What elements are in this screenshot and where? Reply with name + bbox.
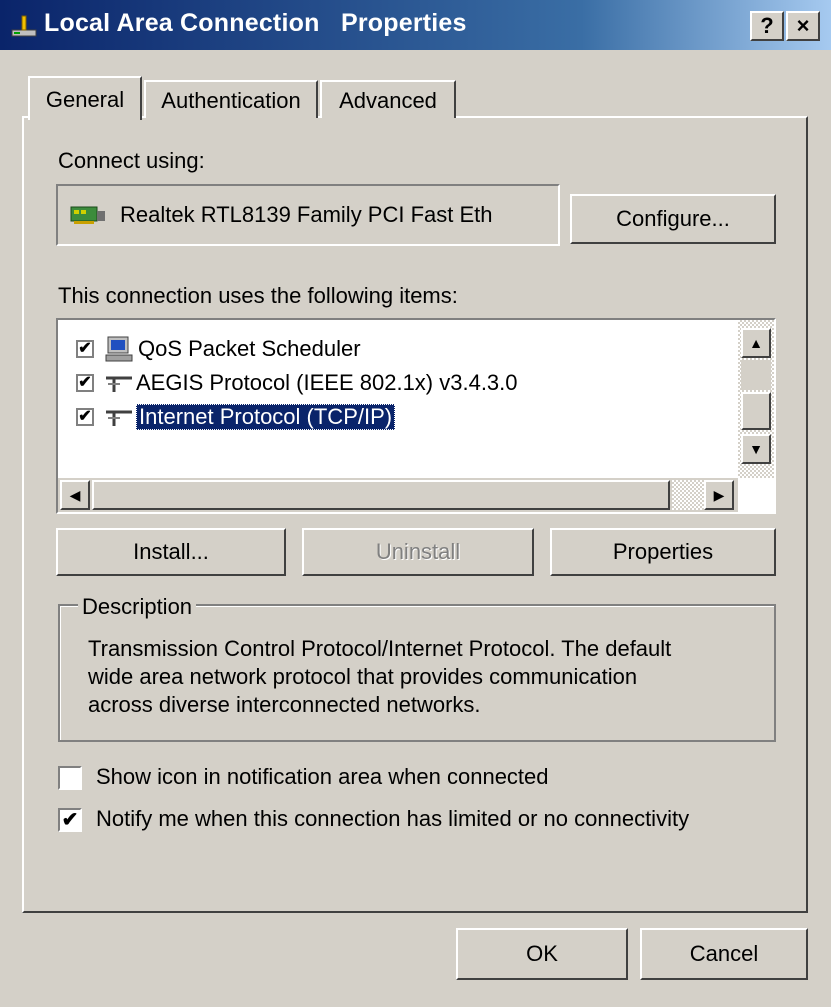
- tab-authentication[interactable]: Authentication: [144, 80, 318, 118]
- properties-button[interactable]: Properties: [550, 528, 776, 576]
- item-label: AEGIS Protocol (IEEE 802.1x) v3.4.3.0: [136, 370, 518, 395]
- checkbox-qos[interactable]: ✔: [76, 340, 94, 358]
- show-icon-checkbox[interactable]: [58, 766, 82, 790]
- description-line-2: wide area network protocol that provides…: [88, 664, 638, 689]
- help-button[interactable]: ?: [750, 11, 784, 41]
- vertical-scroll-thumb[interactable]: [741, 392, 771, 430]
- notify-checkbox[interactable]: ✔: [58, 808, 82, 832]
- item-label: QoS Packet Scheduler: [138, 336, 361, 361]
- protocol-icon: [106, 376, 132, 392]
- arrow-up-icon: ▲: [749, 335, 763, 351]
- item-label-selected: Internet Protocol (TCP/IP): [136, 404, 396, 430]
- description-legend: Description: [78, 594, 197, 620]
- network-scheduler-icon: [105, 336, 133, 362]
- arrow-left-icon: ◀: [69, 487, 81, 503]
- arrow-down-icon: ▼: [749, 441, 763, 457]
- arrow-right-icon: ▶: [713, 487, 725, 503]
- description-line-1: Transmission Control Protocol/Internet P…: [88, 636, 672, 661]
- scroll-up-button[interactable]: ▲: [741, 328, 771, 358]
- adapter-name: Realtek RTL8139 Family PCI Fast Eth: [120, 202, 493, 227]
- list-item[interactable]: ✔ AEGIS Protocol (IEEE 802.1x) v3.4.3.0: [76, 368, 518, 398]
- tab-general[interactable]: General: [28, 76, 142, 120]
- items-list[interactable]: ✔ QoS Packet Scheduler ✔ AEGIS Protocol …: [56, 318, 776, 514]
- scroll-right-button[interactable]: ▶: [704, 480, 734, 510]
- list-item[interactable]: ✔ QoS Packet Scheduler: [76, 334, 361, 364]
- close-icon: ×: [796, 13, 810, 38]
- horizontal-track: [672, 480, 704, 510]
- check-icon: ✔: [61, 809, 79, 831]
- items-label: This connection uses the following items…: [58, 283, 458, 308]
- cancel-button[interactable]: Cancel: [640, 928, 808, 980]
- window-title: Local Area Connection Properties: [44, 9, 467, 37]
- vertical-track: [741, 360, 771, 390]
- horizontal-scrollbar[interactable]: ◀ ▶: [58, 478, 738, 512]
- scroll-down-button[interactable]: ▼: [741, 434, 771, 464]
- tab-advanced[interactable]: Advanced: [320, 80, 456, 118]
- configure-button[interactable]: Configure...: [570, 194, 776, 244]
- adapter-field: Realtek RTL8139 Family PCI Fast Eth: [56, 184, 560, 246]
- list-item[interactable]: ✔ Internet Protocol (TCP/IP): [76, 402, 396, 432]
- protocol-icon: [106, 410, 132, 426]
- horizontal-scroll-thumb[interactable]: [92, 480, 670, 510]
- ok-button[interactable]: OK: [456, 928, 628, 980]
- checkbox-aegis[interactable]: ✔: [76, 374, 94, 392]
- close-button[interactable]: ×: [786, 11, 820, 41]
- vertical-scrollbar[interactable]: ▲ ▼: [738, 320, 774, 478]
- install-button[interactable]: Install...: [56, 528, 286, 576]
- description-line-3: across diverse interconnected networks.: [88, 692, 481, 717]
- uninstall-button: Uninstall: [302, 528, 534, 576]
- notify-label[interactable]: Notify me when this connection has limit…: [96, 806, 689, 832]
- show-icon-label[interactable]: Show icon in notification area when conn…: [96, 764, 549, 790]
- network-connection-icon: [11, 15, 37, 37]
- checkbox-tcpip[interactable]: ✔: [76, 408, 94, 426]
- connect-using-label: Connect using:: [58, 148, 205, 173]
- network-adapter-icon: [70, 206, 105, 224]
- scroll-left-button[interactable]: ◀: [60, 480, 90, 510]
